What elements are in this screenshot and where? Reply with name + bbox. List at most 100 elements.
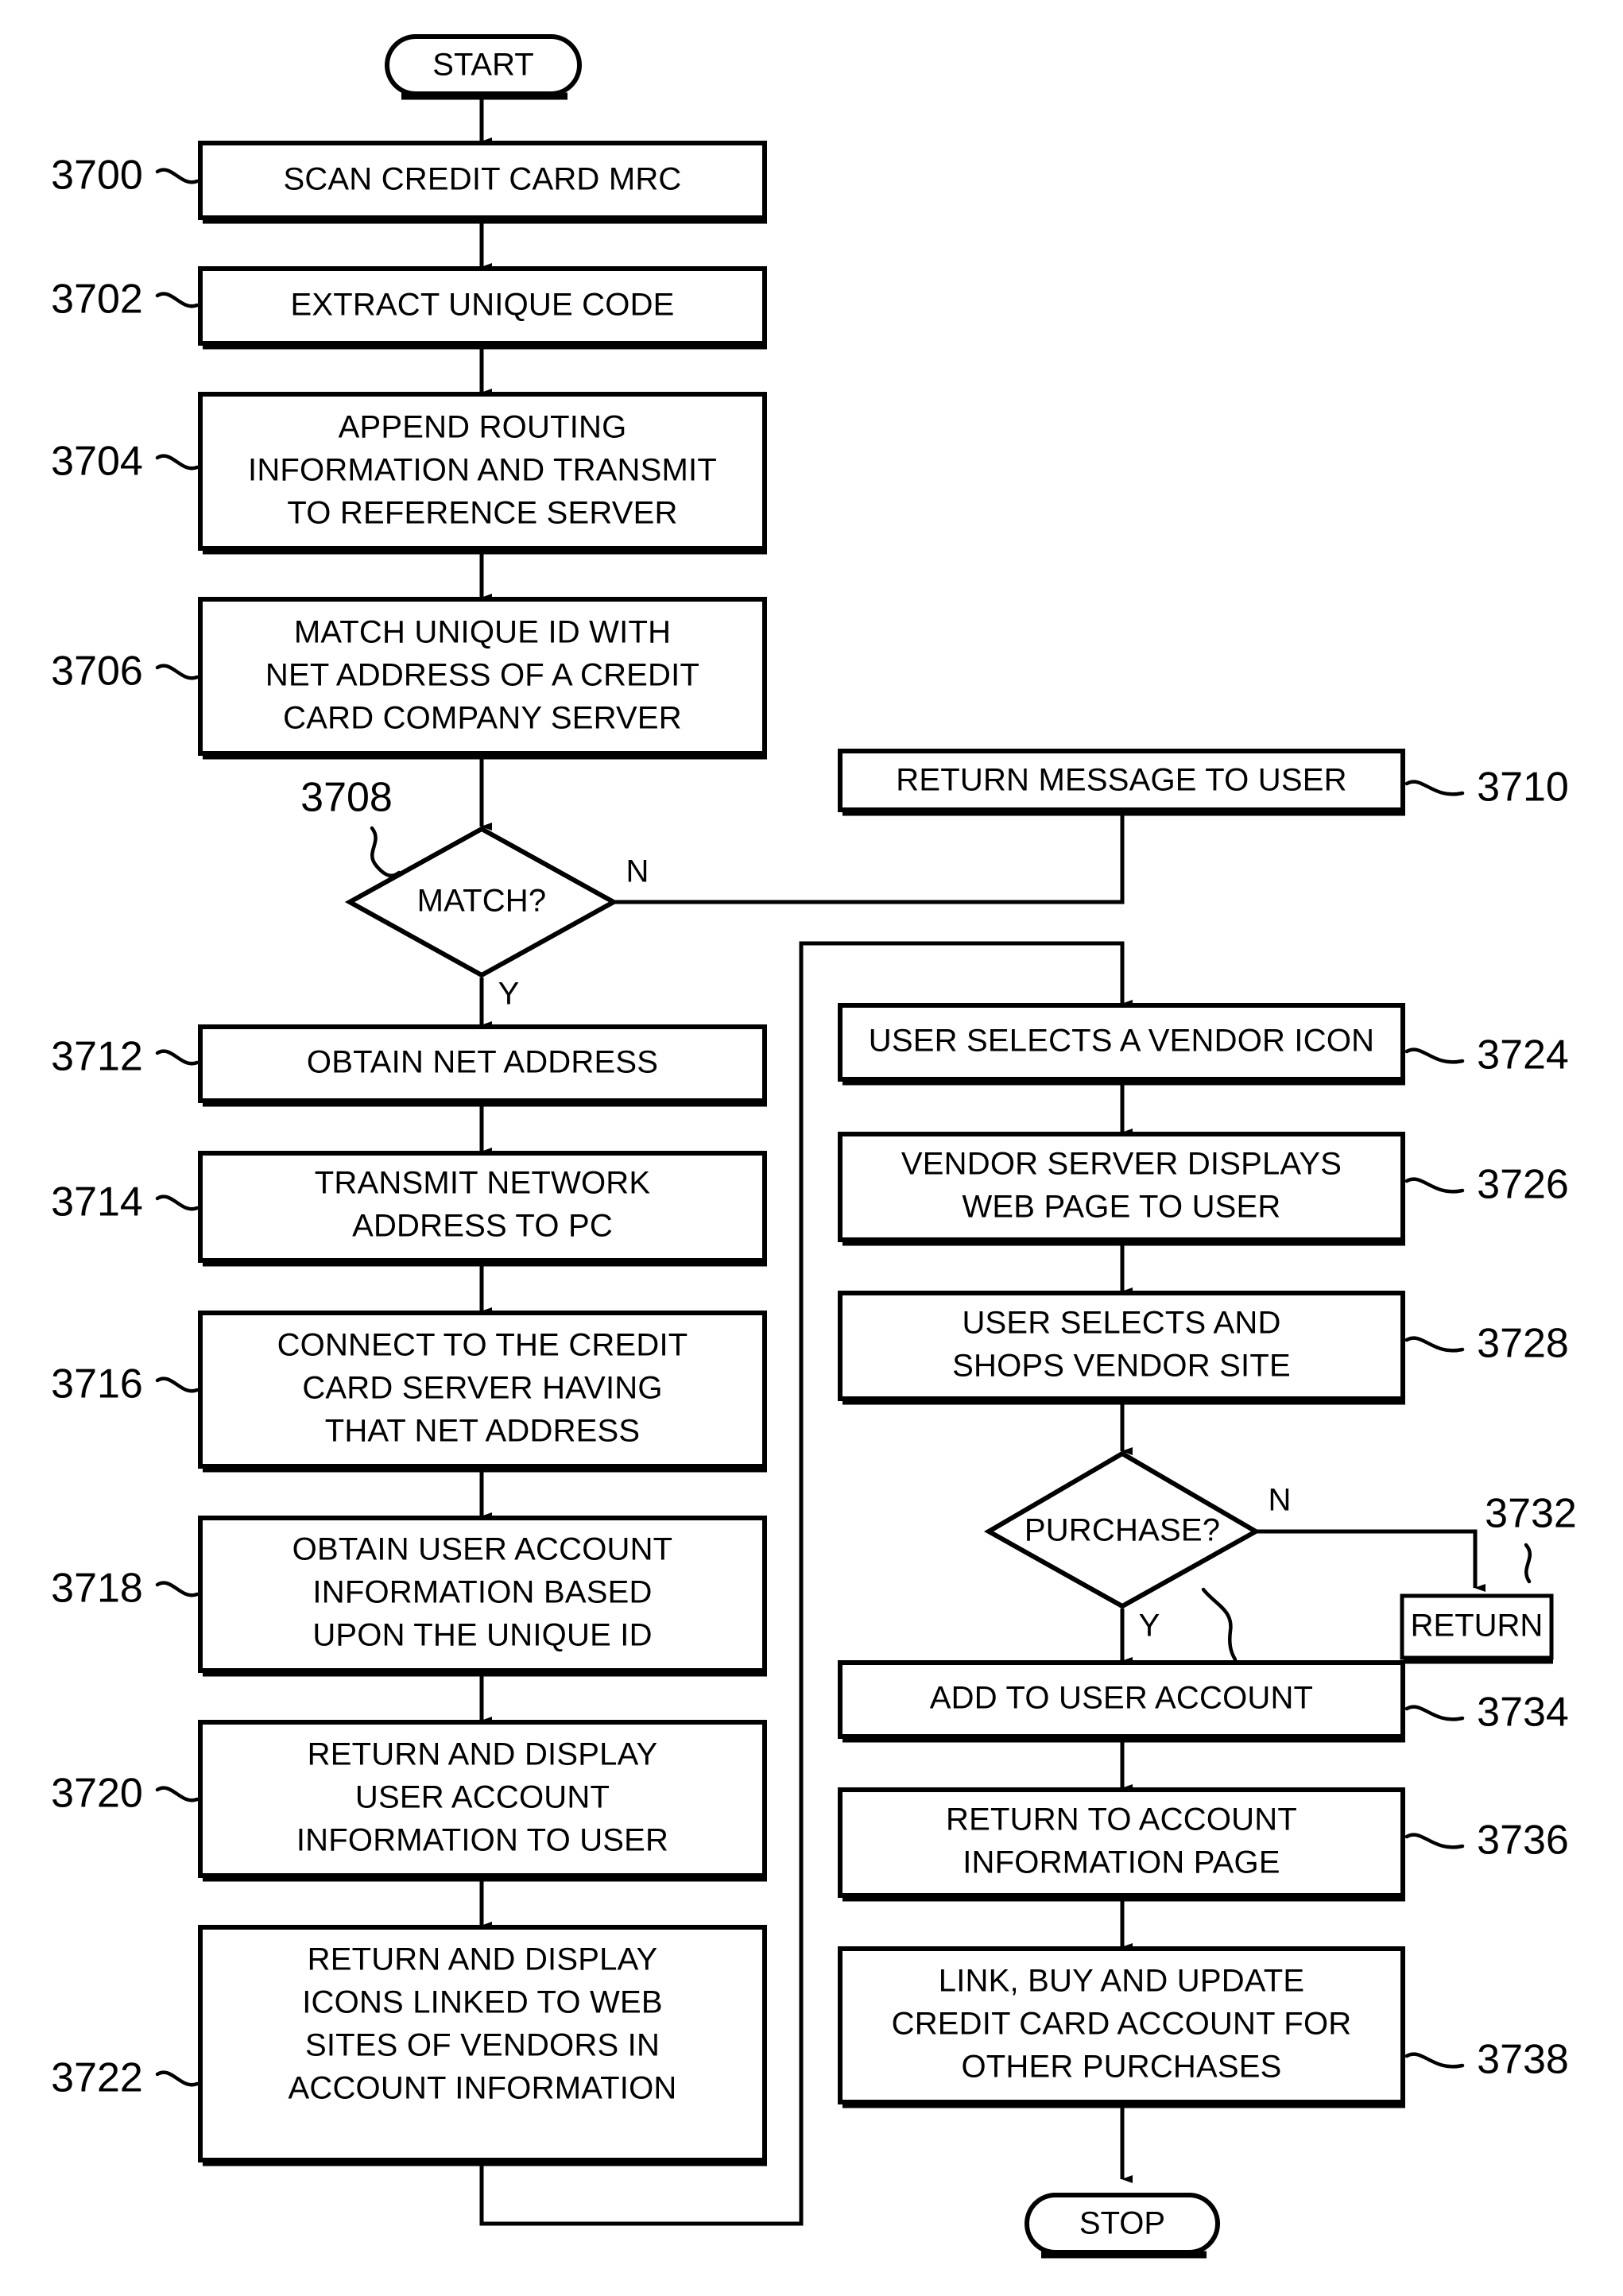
process-box-3724: USER SELECTS A VENDOR ICON: [838, 1003, 1405, 1086]
process-box-3738: LINK, BUY AND UPDATE CREDIT CARD ACCOUNT…: [838, 1946, 1405, 2108]
decision-3730: PURCHASE?: [983, 1450, 1261, 1609]
process-box-3736: RETURN TO ACCOUNT INFORMATION PAGE: [838, 1787, 1405, 1902]
ref-3718-leader: [155, 1581, 199, 1597]
process-box-3722: RETURN AND DISPLAY ICONS LINKED TO WEB S…: [198, 1925, 767, 2166]
box-3714-line-0: TRANSMIT NETWORK: [315, 1166, 651, 1201]
ref-3710-leader: [1404, 780, 1465, 796]
box-3726-line-0: VENDOR SERVER DISPLAYS: [901, 1147, 1342, 1182]
ref-label-3728: 3728: [1404, 1321, 1569, 1367]
box-3722-line-1: ICONS LINKED TO WEB: [302, 1985, 663, 2020]
terminal-box-3732: RETURN: [1400, 1593, 1554, 1664]
ref-label-3710: 3710: [1404, 765, 1569, 811]
box-3712-line-0: OBTAIN NET ADDRESS: [307, 1045, 658, 1080]
branch-label-yes-3730: Y: [1139, 1609, 1160, 1644]
box-3710-line-0: RETURN MESSAGE TO USER: [896, 763, 1346, 798]
ref-3736-text: 3736: [1477, 1818, 1569, 1864]
process-box-3714: TRANSMIT NETWORK ADDRESS TO PC: [198, 1151, 767, 1267]
box-3734-line-0: ADD TO USER ACCOUNT: [930, 1681, 1313, 1716]
process-box-3706: MATCH UNIQUE ID WITH NET ADDRESS OF A CR…: [198, 597, 767, 760]
box-3724-line-0: USER SELECTS A VENDOR ICON: [869, 1024, 1374, 1059]
ref-label-3708: 3708: [300, 775, 401, 878]
box-3716-line-1: CARD SERVER HAVING: [302, 1371, 662, 1406]
box-3706-line-2: CARD COMPANY SERVER: [283, 701, 682, 736]
process-box-3704: APPEND ROUTING INFORMATION AND TRANSMIT …: [198, 392, 767, 555]
ref-label-3732: 3732: [1485, 1491, 1577, 1584]
box-3706-line-0: MATCH UNIQUE ID WITH: [294, 615, 671, 650]
box-3726-line-1: WEB PAGE TO USER: [962, 1190, 1280, 1225]
branch-label-no-3708: N: [626, 854, 649, 889]
process-box-3726: VENDOR SERVER DISPLAYS WEB PAGE TO USER: [838, 1132, 1405, 1246]
ref-label-3738: 3738: [1404, 2037, 1569, 2083]
ref-label-3734: 3734: [1404, 1690, 1569, 1736]
box-3720-line-2: INFORMATION TO USER: [296, 1823, 668, 1858]
box-3716-line-2: THAT NET ADDRESS: [325, 1414, 641, 1449]
ref-label-3700: 3700: [51, 153, 199, 199]
process-box-3734: ADD TO USER ACCOUNT: [838, 1660, 1405, 1743]
box-3704-line-2: TO REFERENCE SERVER: [287, 496, 677, 531]
ref-3700-leader: [155, 168, 199, 184]
ref-3732-leader: [1524, 1543, 1532, 1584]
process-box-3728: USER SELECTS AND SHOPS VENDOR SITE: [838, 1291, 1405, 1405]
process-box-3718: OBTAIN USER ACCOUNT INFORMATION BASED UP…: [198, 1516, 767, 1677]
ref-3710-text: 3710: [1477, 765, 1569, 811]
ref-3716-text: 3716: [51, 1361, 143, 1407]
ref-3700-text: 3700: [51, 153, 143, 199]
ref-3726-text: 3726: [1477, 1162, 1569, 1208]
flowchart-svg: START SCAN CREDIT CARD MRC 3700 EXTRACT …: [51, 34, 1577, 2259]
ref-label-3726: 3726: [1404, 1162, 1569, 1208]
ref-label-3722: 3722: [51, 2055, 199, 2101]
branch-label-no-3730: N: [1269, 1483, 1292, 1518]
ref-3704-text: 3704: [51, 439, 143, 485]
box-3718-line-2: UPON THE UNIQUE ID: [312, 1618, 652, 1653]
ref-3730-leader: [1201, 1587, 1238, 1662]
box-3736-line-0: RETURN TO ACCOUNT: [946, 1802, 1297, 1837]
ref-3708-text: 3708: [300, 775, 393, 821]
box-3722-line-3: ACCOUNT INFORMATION: [289, 2071, 677, 2106]
ref-3728-leader: [1404, 1336, 1465, 1353]
ref-3720-text: 3720: [51, 1771, 143, 1817]
box-3706-line-1: NET ADDRESS OF A CREDIT: [265, 658, 699, 693]
box-3716-line-0: CONNECT TO THE CREDIT: [277, 1328, 688, 1363]
box-3702-line-0: EXTRACT UNIQUE CODE: [290, 288, 674, 323]
decision-3708-label: MATCH?: [417, 884, 547, 919]
ref-label-3720: 3720: [51, 1771, 199, 1817]
ref-3724-leader: [1404, 1047, 1465, 1064]
ref-3702-leader: [155, 292, 199, 308]
ref-3728-text: 3728: [1477, 1321, 1569, 1367]
decision-3708: MATCH?: [344, 826, 619, 978]
ref-3708-leader: [370, 826, 401, 878]
ref-label-3706: 3706: [51, 649, 199, 695]
box-3704-line-1: INFORMATION AND TRANSMIT: [248, 453, 717, 488]
ref-label-3702: 3702: [51, 277, 199, 323]
ref-label-3714: 3714: [51, 1179, 199, 1225]
ref-label-3712: 3712: [51, 1034, 199, 1080]
ref-3718-text: 3718: [51, 1566, 143, 1612]
process-box-3712: OBTAIN NET ADDRESS: [198, 1024, 767, 1107]
patent-figure-canvas: START SCAN CREDIT CARD MRC 3700 EXTRACT …: [0, 0, 1623, 2296]
box-3720-line-0: RETURN AND DISPLAY: [308, 1737, 658, 1772]
ref-3722-leader: [155, 2070, 199, 2087]
ref-3714-leader: [155, 1194, 199, 1211]
box-3738-line-2: OTHER PURCHASES: [961, 2050, 1281, 2085]
decision-3730-label: PURCHASE?: [1025, 1513, 1220, 1548]
ref-label-3718: 3718: [51, 1566, 199, 1612]
connector-3708-no-to-3710: [612, 802, 1125, 904]
box-3736-line-1: INFORMATION PAGE: [963, 1845, 1280, 1880]
stop-terminal-label: STOP: [1079, 2206, 1165, 2241]
terminal-stop: STOP: [1025, 2193, 1220, 2259]
connector-3730-no-to-3732: [1254, 1529, 1485, 1592]
ref-label-3704: 3704: [51, 439, 199, 485]
branch-label-yes-3708: Y: [498, 977, 520, 1012]
box-3714-line-1: ADDRESS TO PC: [352, 1209, 613, 1244]
ref-3722-text: 3722: [51, 2055, 143, 2101]
ref-3702-text: 3702: [51, 277, 143, 323]
box-3720-line-1: USER ACCOUNT: [355, 1780, 610, 1815]
box-3728-line-0: USER SELECTS AND: [962, 1306, 1280, 1341]
process-box-3710: RETURN MESSAGE TO USER: [838, 749, 1405, 816]
box-3738-line-0: LINK, BUY AND UPDATE: [939, 1964, 1304, 1999]
box-3700-line-0: SCAN CREDIT CARD MRC: [283, 162, 681, 197]
process-box-3702: EXTRACT UNIQUE CODE: [198, 266, 767, 350]
ref-3734-leader: [1404, 1705, 1465, 1721]
ref-3724-text: 3724: [1477, 1032, 1569, 1078]
process-box-3700: SCAN CREDIT CARD MRC: [198, 141, 767, 224]
